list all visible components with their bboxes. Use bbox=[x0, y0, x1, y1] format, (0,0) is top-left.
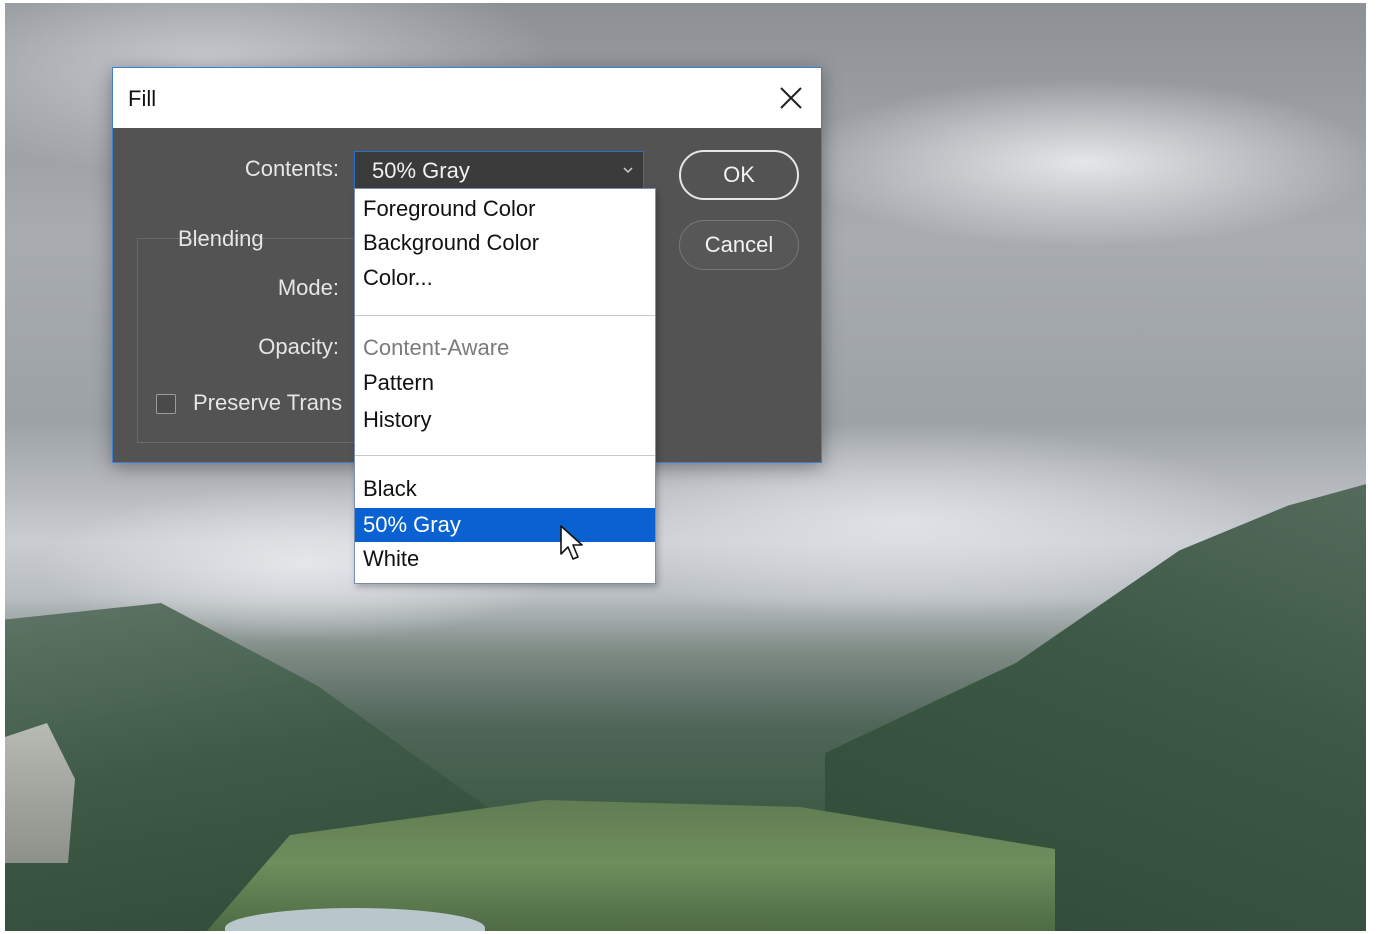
option-color[interactable]: Color... bbox=[355, 261, 655, 295]
mouse-pointer-icon bbox=[560, 525, 583, 560]
option-history[interactable]: History bbox=[355, 403, 655, 437]
dropdown-separator bbox=[355, 455, 655, 456]
dialog-title: Fill bbox=[128, 86, 157, 111]
contents-label: Contents: bbox=[244, 156, 339, 181]
option-white[interactable]: White bbox=[355, 542, 655, 576]
chevron-down-icon bbox=[623, 167, 633, 174]
cancel-button[interactable]: Cancel bbox=[679, 220, 799, 270]
cancel-button-label: Cancel bbox=[704, 232, 774, 257]
close-button[interactable] bbox=[771, 78, 811, 118]
dropdown-separator bbox=[355, 315, 655, 316]
option-black[interactable]: Black bbox=[355, 472, 655, 506]
contents-select-value: 50% Gray bbox=[372, 158, 470, 183]
option-content-aware: Content-Aware bbox=[363, 335, 510, 360]
dialog-titlebar: Fill bbox=[113, 68, 821, 128]
option-pattern[interactable]: Pattern bbox=[355, 366, 655, 400]
option-background-color[interactable]: Background Color bbox=[355, 226, 655, 260]
ok-button-label: OK bbox=[723, 162, 755, 187]
option-foreground-color[interactable]: Foreground Color bbox=[355, 192, 655, 226]
ok-button[interactable]: OK bbox=[679, 150, 799, 200]
contents-select[interactable]: 50% Gray bbox=[354, 151, 644, 189]
preserve-transparency-checkbox[interactable] bbox=[156, 394, 176, 414]
mode-label: Mode: bbox=[277, 275, 339, 300]
option-50-gray[interactable]: 50% Gray bbox=[355, 508, 655, 542]
opacity-label: Opacity: bbox=[258, 334, 339, 359]
preserve-transparency-label: Preserve Trans bbox=[193, 390, 343, 415]
close-icon bbox=[780, 87, 802, 109]
blending-label: Blending bbox=[178, 226, 264, 251]
contents-dropdown-list: Foreground Color Background Color Color.… bbox=[354, 188, 656, 584]
